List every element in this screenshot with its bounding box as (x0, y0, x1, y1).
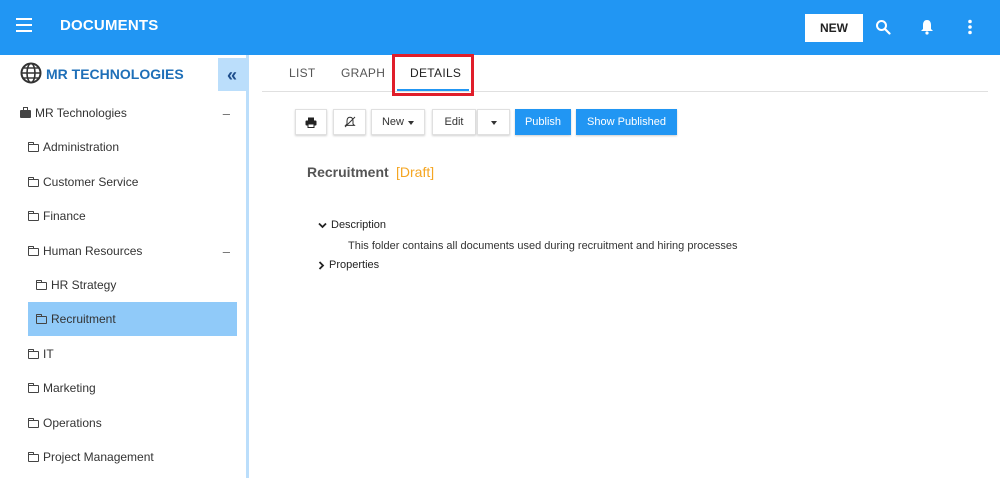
edit-button[interactable]: Edit (432, 109, 476, 135)
new-document-button[interactable]: NEW (805, 14, 863, 42)
top-app-bar: DOCUMENTS NEW (0, 0, 1000, 55)
tree-item-label: Operations (43, 416, 102, 430)
unsubscribe-notifications-button[interactable] (333, 109, 366, 135)
draft-status-badge: [Draft] (396, 164, 435, 180)
tree-item-customer-service[interactable]: Customer Service (28, 165, 228, 199)
edit-options-dropdown-button[interactable] (477, 109, 510, 135)
description-section-toggle[interactable]: Description (318, 219, 386, 231)
tree-item-label: Customer Service (43, 175, 139, 189)
folder-icon (28, 141, 39, 152)
tree-item-hr-strategy[interactable]: HR Strategy (36, 268, 226, 302)
tree-item-project-management[interactable]: Project Management (28, 440, 238, 474)
tree-item-mr-technologies[interactable]: MR Technologies – (20, 96, 230, 130)
tree-item-marketing[interactable]: Marketing (28, 371, 228, 405)
properties-section-toggle[interactable]: Properties (318, 259, 379, 271)
folder-icon (28, 176, 39, 187)
new-dropdown-label: New (381, 116, 404, 128)
folder-icon (28, 245, 39, 256)
tree-item-recruitment[interactable]: Recruitment (28, 302, 237, 336)
tree-item-label: Finance (43, 209, 86, 223)
tree-item-human-resources[interactable]: Human Resources – (28, 234, 230, 268)
sidebar-resize-handle[interactable] (246, 55, 249, 478)
collapse-sidebar-button[interactable]: « (218, 58, 246, 91)
tree-item-finance[interactable]: Finance (28, 199, 228, 233)
tab-graph[interactable]: GRAPH (341, 66, 385, 80)
tree-item-label: Administration (43, 140, 120, 154)
view-tabs: LIST GRAPH DETAILS (262, 55, 988, 92)
double-chevron-left-icon: « (226, 64, 237, 85)
folder-icon (28, 348, 39, 359)
tab-highlight-frame (392, 54, 474, 96)
tree-item-administration[interactable]: Administration (28, 130, 228, 164)
tree-item-it[interactable]: IT (28, 337, 228, 371)
caret-down-icon (490, 120, 497, 125)
properties-label: Properties (329, 259, 380, 271)
folder-icon (28, 451, 39, 462)
description-text: This folder contains all documents used … (348, 240, 738, 252)
tree-item-operations[interactable]: Operations (28, 406, 228, 440)
sidebar: MR TECHNOLOGIES « MR Technologies – Admi… (0, 55, 246, 478)
collapse-node-icon[interactable]: – (223, 244, 230, 259)
app-title: DOCUMENTS (60, 17, 159, 34)
tab-list[interactable]: LIST (289, 66, 316, 80)
publish-button[interactable]: Publish (515, 109, 571, 135)
folder-icon (36, 313, 47, 324)
tree-item-label: Human Resources (43, 244, 143, 258)
chevron-right-icon (318, 260, 325, 270)
print-button[interactable] (295, 109, 327, 135)
more-options-icon[interactable] (957, 14, 983, 40)
description-label: Description (331, 219, 387, 231)
briefcase-icon (20, 107, 31, 118)
edit-label: Edit (444, 116, 464, 128)
notifications-bell-icon[interactable] (914, 14, 940, 40)
tree-item-label: Project Management (43, 450, 154, 464)
org-title: MR TECHNOLOGIES (46, 66, 184, 82)
org-header: MR TECHNOLOGIES « (0, 55, 246, 92)
tree-item-label: IT (43, 347, 54, 361)
bell-off-icon (343, 116, 356, 128)
tree-item-label: Recruitment (51, 312, 116, 326)
search-icon[interactable] (870, 14, 896, 40)
tree-item-label: MR Technologies (35, 106, 127, 120)
show-published-button[interactable]: Show Published (576, 109, 677, 135)
globe-icon (20, 62, 42, 89)
caret-down-icon (408, 120, 414, 125)
chevron-down-icon (318, 222, 327, 228)
tree-item-label: HR Strategy (51, 278, 117, 292)
folder-icon (28, 210, 39, 221)
print-icon (305, 117, 317, 128)
tree-item-label: Marketing (43, 381, 96, 395)
hamburger-menu-icon[interactable] (16, 18, 32, 32)
collapse-node-icon[interactable]: – (223, 106, 230, 121)
folder-icon (28, 382, 39, 393)
folder-icon (36, 279, 47, 290)
document-title: Recruitment (307, 164, 389, 180)
new-dropdown-button[interactable]: New (371, 109, 425, 135)
folder-icon (28, 417, 39, 428)
